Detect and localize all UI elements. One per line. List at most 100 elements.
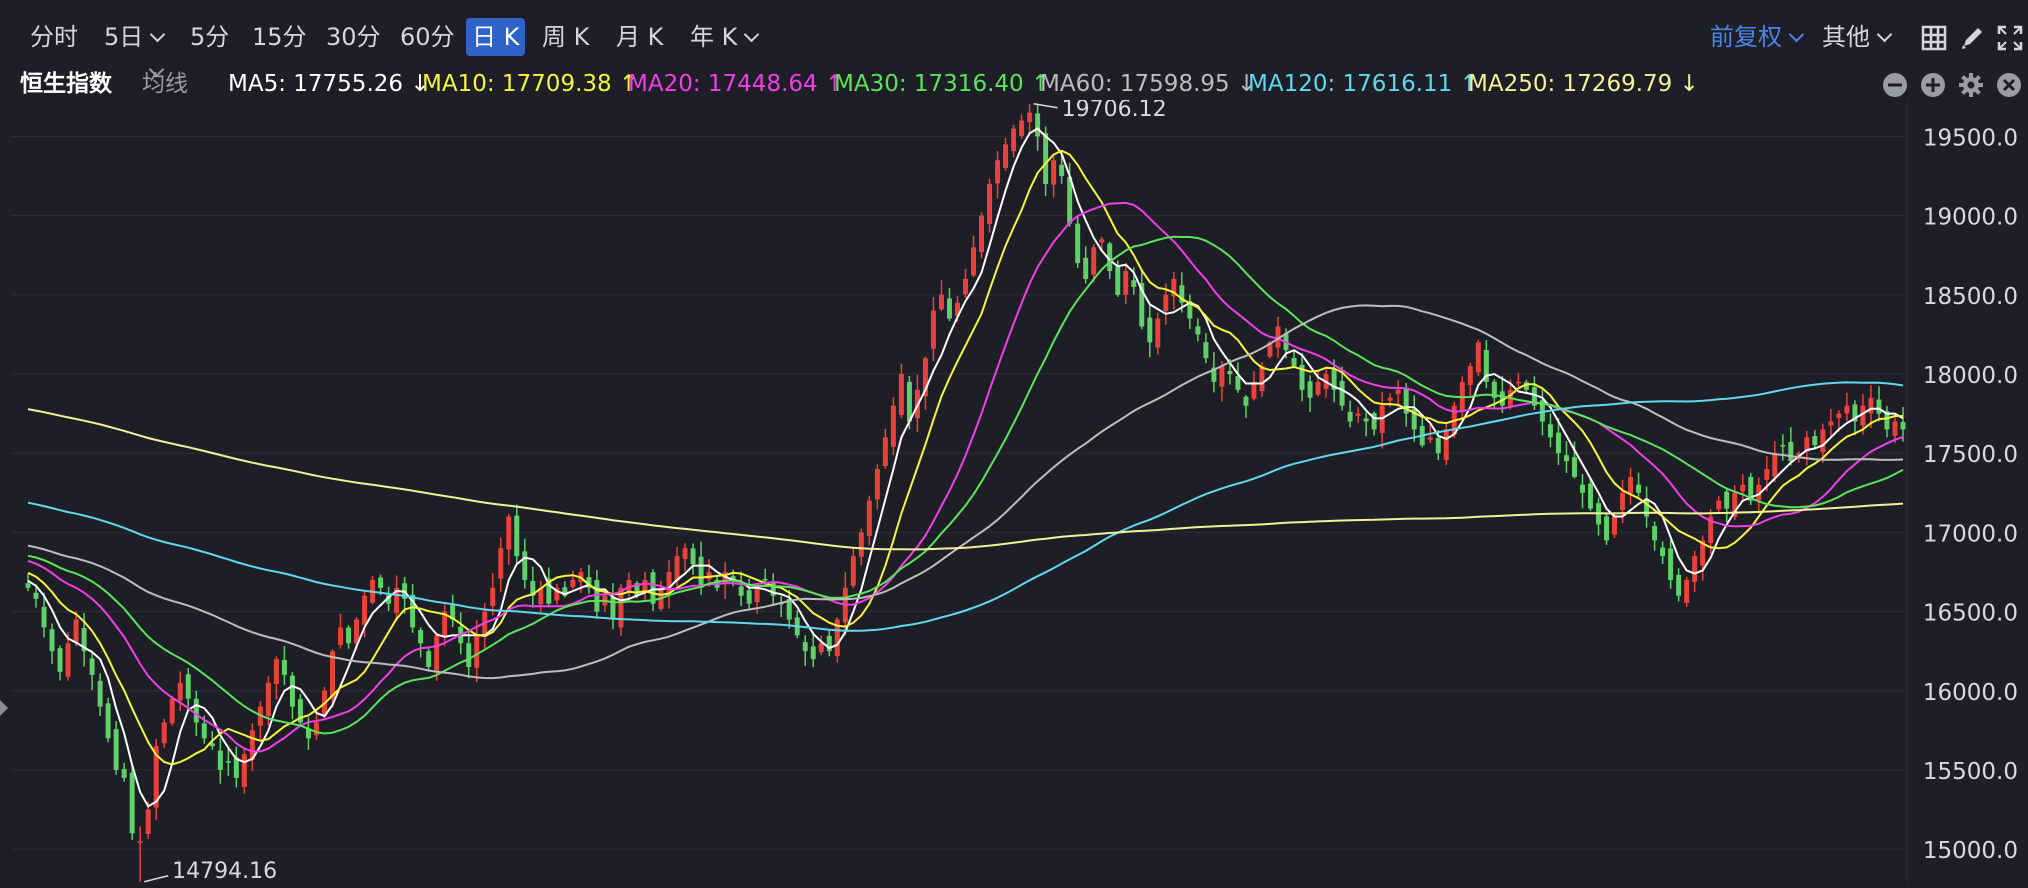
candle-body <box>1547 424 1553 438</box>
candle-body <box>674 556 680 581</box>
candle-body <box>25 583 31 588</box>
candle-body <box>938 294 944 310</box>
candle-body <box>1724 491 1730 509</box>
candle-body <box>610 597 616 620</box>
tab-5day[interactable]: 5日 <box>98 18 169 56</box>
candle-body <box>105 703 111 739</box>
index-name: 恒生指数 <box>20 71 112 97</box>
candle-body <box>1195 326 1201 335</box>
candle-body <box>1011 128 1017 152</box>
ma5-value: MA5: 17755.26 ↓ <box>228 71 430 97</box>
candle-body <box>1892 421 1898 436</box>
other-menu[interactable]: 其他 <box>1822 18 1893 56</box>
tab-30min[interactable]: 30分 <box>320 18 387 56</box>
tab-60min[interactable]: 60分 <box>394 18 461 56</box>
low-annotation: 14794.16 <box>172 859 277 884</box>
tab-daily-k[interactable]: 日 K <box>466 18 526 56</box>
chevron-down-icon <box>150 26 166 43</box>
candle-body <box>802 642 808 652</box>
candle-body <box>113 729 119 770</box>
candle-body <box>362 595 368 625</box>
candle-body <box>1227 371 1233 375</box>
fullscreen-icon[interactable] <box>1996 24 2024 52</box>
y-tick-label: 18500.0 <box>1923 284 2018 310</box>
candle-body <box>1620 492 1626 510</box>
chevron-down-icon <box>1788 26 1805 43</box>
candle-body <box>498 548 504 579</box>
candle-body <box>1588 483 1593 509</box>
tab-weekly-k[interactable]: 周 K <box>536 18 595 56</box>
candle-body <box>1828 421 1834 426</box>
candle-body <box>1668 548 1674 580</box>
candle-body <box>874 469 880 500</box>
candle-body <box>434 635 440 671</box>
candle-body <box>1243 396 1249 406</box>
candle-body <box>185 674 191 699</box>
tab-yearly-k-label: 年 K <box>690 23 738 51</box>
layout-grid-icon[interactable] <box>1920 24 1948 52</box>
tab-yearly-k[interactable]: 年 K <box>684 18 763 56</box>
high-annotation: 19706.12 <box>1062 100 1167 122</box>
chevron-down-icon <box>744 26 760 43</box>
candle-body <box>1636 484 1642 493</box>
zoom-out-icon[interactable] <box>1882 72 1908 98</box>
tab-5min[interactable]: 5分 <box>184 18 235 56</box>
candle-body <box>1604 516 1610 541</box>
other-label: 其他 <box>1822 23 1870 51</box>
y-tick-label: 17500.0 <box>1923 442 2018 468</box>
candle-body <box>1307 381 1313 398</box>
candle-body <box>193 698 199 723</box>
candle-body <box>818 643 824 653</box>
candle-body <box>570 579 576 588</box>
close-icon[interactable] <box>1996 72 2022 98</box>
candle-body <box>979 215 985 253</box>
candle-body <box>1059 164 1065 177</box>
candle-body <box>1035 113 1041 137</box>
tab-intraday[interactable]: 分时 <box>24 18 84 56</box>
candle-body <box>1652 525 1658 541</box>
candle-body <box>161 722 167 744</box>
y-tick-label: 15500.0 <box>1923 759 2018 785</box>
candle-body <box>201 723 207 739</box>
candle-body <box>858 532 864 557</box>
candle-body <box>1395 389 1401 394</box>
candle-body <box>1003 144 1009 168</box>
settings-icon[interactable] <box>1958 72 1984 98</box>
candle-body <box>1355 413 1361 416</box>
y-tick-label: 17000.0 <box>1923 521 2018 547</box>
candle-body <box>514 515 520 557</box>
candle-body <box>338 627 343 645</box>
candle-body <box>137 841 143 843</box>
candle-body <box>1692 556 1698 582</box>
candle-body <box>1716 500 1722 510</box>
tab-15min[interactable]: 15分 <box>246 18 313 56</box>
timeframe-toolbar: 分时 5日 5分 15分 30分 60分 日 K 周 K 月 K 年 K 前复权… <box>0 0 2028 72</box>
chevron-down-icon <box>1876 26 1893 43</box>
kline-chart[interactable]: 15000.0 15500.0 16000.0 16500.0 17000.0 17500… <box>12 97 2028 884</box>
candle-body <box>963 278 968 295</box>
candle-body <box>65 643 71 677</box>
candle-body <box>1571 457 1577 477</box>
candle-body <box>177 682 183 701</box>
candle-body <box>642 579 648 592</box>
pen-icon[interactable] <box>1958 24 1986 52</box>
candle-body <box>1387 397 1393 401</box>
candle-body <box>1339 380 1345 406</box>
y-tick-label: 18000.0 <box>1923 363 2018 389</box>
ma30-value: MA30: 17316.40 ↑ <box>834 71 1051 97</box>
tab-monthly-k[interactable]: 月 K <box>610 18 669 56</box>
candle-body <box>241 754 247 787</box>
candle-body <box>971 247 976 276</box>
chevron-right-icon[interactable] <box>0 700 8 716</box>
candle-body <box>1844 405 1850 414</box>
adjust-select[interactable]: 前复权 <box>1710 18 1805 56</box>
candle-body <box>217 750 223 770</box>
y-tick-label: 19500.0 <box>1923 125 2018 151</box>
candle-body <box>946 298 952 319</box>
candle-body <box>906 381 912 422</box>
candle-body <box>1563 455 1569 462</box>
candle-body <box>882 437 888 466</box>
candle-body <box>41 606 47 628</box>
candle-body <box>890 405 896 447</box>
zoom-in-icon[interactable] <box>1920 72 1946 98</box>
